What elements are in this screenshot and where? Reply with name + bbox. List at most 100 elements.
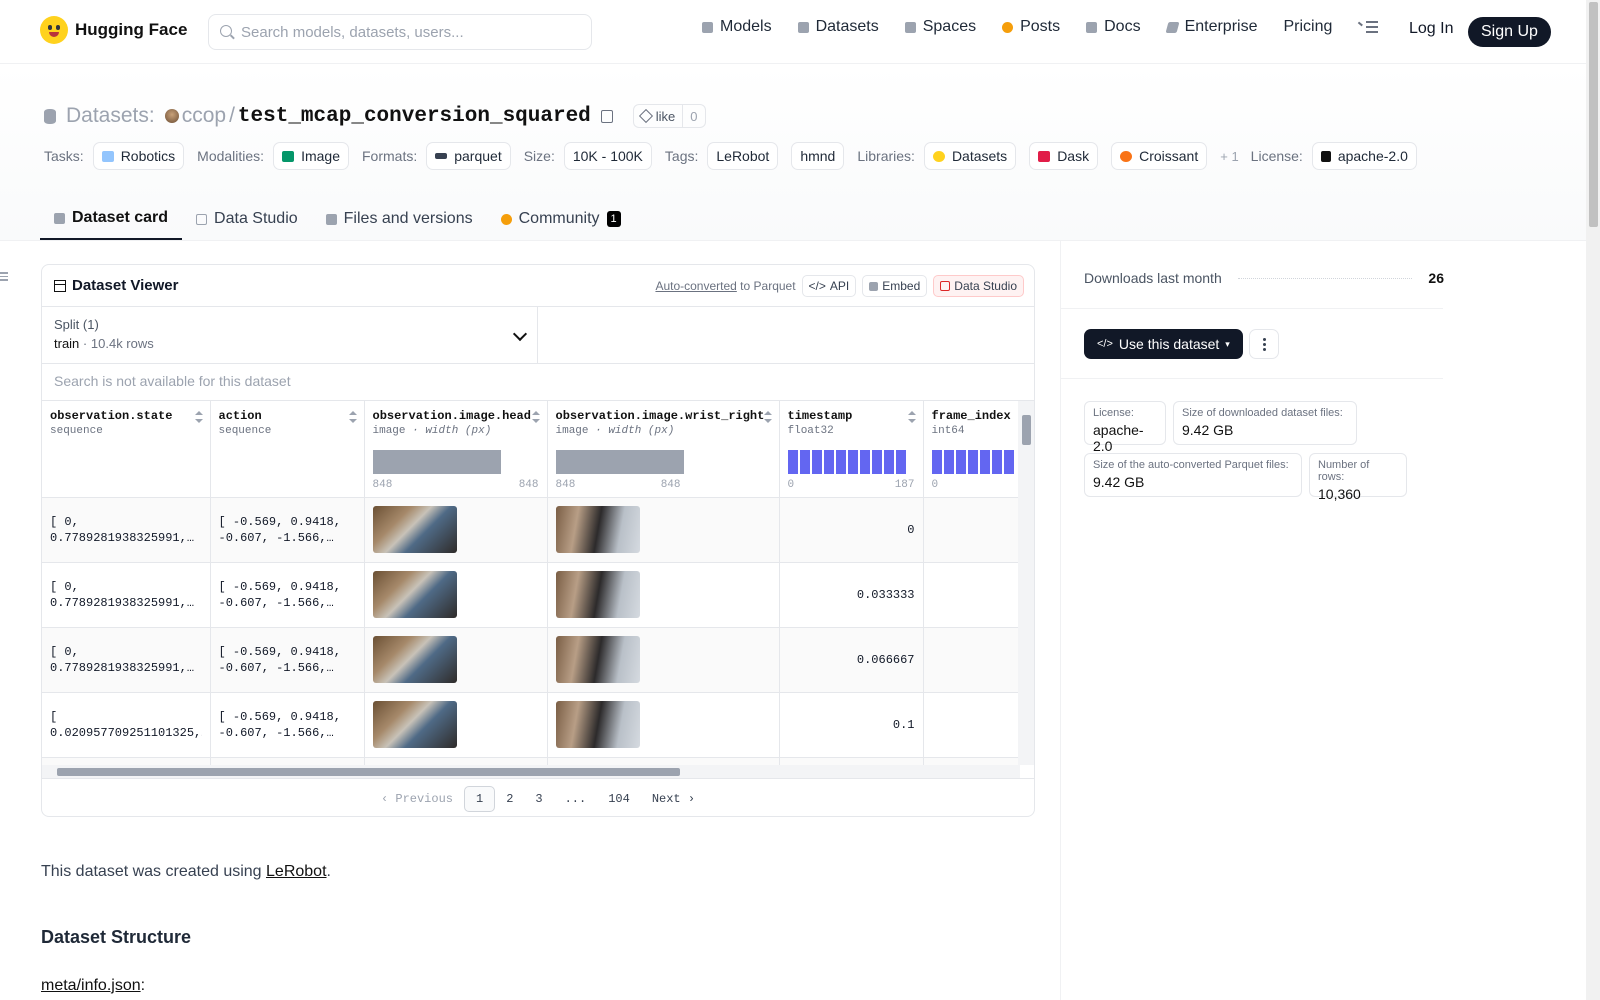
copy-icon[interactable] [600,109,613,123]
wrist-image-thumbnail[interactable] [555,506,640,553]
cell-action: [ -0.569, 0.9418, -0.607, -1.566,… [218,644,349,675]
nav-models[interactable]: Models [702,18,772,36]
like-button[interactable]: like 0 [632,104,706,128]
hugging-face-logo-icon [40,16,68,44]
vertical-scrollbar[interactable] [1018,401,1034,765]
lib-croissant[interactable]: Croissant [1111,142,1208,170]
robot-arm-icon [101,150,114,162]
column-header[interactable]: observation.image.wrist_right image · wid… [547,401,780,498]
nav-datasets[interactable]: Datasets [797,18,879,36]
sort-icon[interactable] [531,411,540,423]
sidebar-toggle-icon[interactable] [0,272,8,282]
head-image-thumbnail[interactable] [372,636,457,683]
page-last-button[interactable]: 104 [597,786,641,812]
column-name: timestamp [787,409,853,423]
table-row[interactable]: [ 0, 0.7789281938325991,… [ -0.569, 0.94… [42,497,1020,563]
nav-models-label: Models [720,18,772,35]
to-parquet-text: to Parquet [740,279,796,293]
column-type: float32 [787,425,834,437]
wrist-image-thumbnail[interactable] [555,701,640,748]
like-label: like [655,108,676,124]
tag-hmnd[interactable]: hmnd [791,142,845,170]
column-header[interactable]: action sequence [210,401,365,498]
api-button[interactable]: </> API [801,275,857,297]
nav-docs-label: Docs [1104,18,1141,35]
nav-spaces[interactable]: Spaces [904,18,976,36]
sort-icon[interactable] [194,411,203,423]
tab-community[interactable]: Community 1 [487,198,635,240]
rows-value: 10,360 [1318,486,1361,502]
tab-data-studio-label: Data Studio [214,210,298,227]
tag-size[interactable]: 10K - 100K [563,142,652,170]
table-icon [54,279,66,292]
auto-converted-link[interactable]: Auto-converted [655,279,736,293]
wrist-image-thumbnail[interactable] [555,636,640,683]
table-row[interactable]: [ 0, 0.7789281938325991,… [ -0.569, 0.94… [42,627,1020,693]
cube-icon [54,212,65,224]
auto-converted-note[interactable]: Auto-converted to Parquet [655,279,795,293]
home-logo[interactable]: Hugging Face [40,16,187,44]
meta-info-link[interactable]: meta/info.json [41,977,141,994]
nav-pricing[interactable]: Pricing [1283,18,1332,36]
rows-info: Number of rows: 10,360 [1309,453,1407,502]
sort-icon[interactable] [907,411,916,423]
download-size-value: 9.42 GB [1182,422,1234,438]
login-link[interactable]: Log In [1409,20,1453,38]
tag-parquet[interactable]: parquet [426,142,511,170]
nav-posts-label: Posts [1020,18,1061,35]
nav-posts[interactable]: Posts [1002,18,1060,36]
horizontal-scrollbar[interactable] [42,765,1020,778]
column-header[interactable]: observation.image.head image · width (px)… [364,401,548,498]
database-icon [797,21,809,33]
lerobot-link[interactable]: LeRobot [266,863,327,880]
embed-button[interactable]: Embed [862,275,928,297]
signup-button[interactable]: Sign Up [1468,17,1551,47]
data-table: observation.state sequence action sequence… [42,401,1020,777]
head-image-thumbnail[interactable] [372,701,457,748]
use-dataset-button[interactable]: </> Use this dataset ▾ [1084,329,1243,359]
owner-link[interactable]: ccop [182,104,226,128]
next-page-button[interactable]: Next › [641,786,706,812]
more-libraries[interactable]: + 1 [1220,149,1238,164]
dataset-name[interactable]: test_mcap_conversion_squared [238,105,591,128]
head-image-thumbnail[interactable] [372,506,457,553]
tab-data-studio[interactable]: Data Studio [182,198,312,240]
tag-image[interactable]: Image [273,142,349,170]
table-row[interactable]: [ 0, 0.7789281938325991,… [ -0.569, 0.94… [42,562,1020,628]
column-header[interactable]: timestamp float32 0 187 [779,401,924,498]
width-histogram [555,450,684,474]
more-menu-icon[interactable] [1358,21,1379,33]
tag-license[interactable]: apache-2.0 [1311,142,1417,170]
community-badge: 1 [606,211,621,227]
lib-datasets[interactable]: Datasets [923,142,1017,170]
page-scrollbar[interactable] [1586,0,1600,1000]
nav-pricing-label: Pricing [1283,18,1333,35]
split-selector[interactable]: Split (1) train · 10.4k rows [42,307,538,364]
tag-robotics[interactable]: Robotics [92,142,185,170]
page-3-button[interactable]: 3 [524,786,553,812]
parquet-size-value: 9.42 GB [1093,474,1145,490]
data-studio-button[interactable]: Data Studio [933,275,1024,297]
search-input[interactable]: Search models, datasets, users... [208,14,592,50]
parquet-icon [435,153,448,159]
previous-page-button[interactable]: ‹ Previous [370,786,464,812]
column-header[interactable]: observation.state sequence [42,401,211,498]
page-1-button[interactable]: 1 [463,785,496,812]
head-image-thumbnail[interactable] [372,571,457,618]
tab-dataset-card[interactable]: Dataset card [40,198,183,240]
lib-dask[interactable]: Dask [1029,142,1099,170]
sort-icon[interactable] [763,411,772,423]
datasets-breadcrumb[interactable]: Datasets: [66,104,155,128]
nav-docs[interactable]: Docs [1086,18,1141,36]
more-options-button[interactable] [1249,329,1279,359]
column-subtype: · width (px) [412,425,492,437]
tab-files[interactable]: Files and versions [312,198,487,240]
table-row[interactable]: [ 0.020957709251101325,… [ -0.569, 0.941… [42,692,1020,758]
tag-lerobot[interactable]: LeRobot [707,142,779,170]
wrist-image-thumbnail[interactable] [555,571,640,618]
page-2-button[interactable]: 2 [495,786,524,812]
column-header[interactable]: frame_index int64 0 [923,401,1020,498]
nav-enterprise[interactable]: Enterprise [1165,18,1257,36]
lib-datasets-label: Datasets [951,148,1008,164]
sort-icon[interactable] [348,411,357,423]
